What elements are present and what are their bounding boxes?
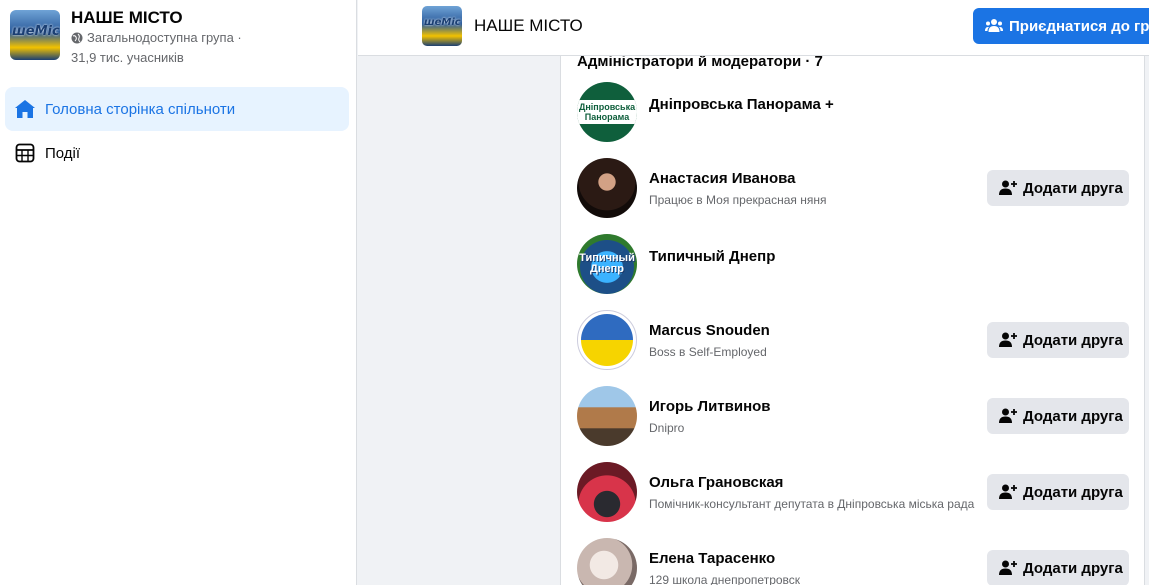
member-row: Marcus Snouden Boss в Self-Employed Дода…: [577, 310, 1130, 374]
add-friend-icon: [999, 332, 1017, 347]
topbar-group-title[interactable]: НАШЕ МІСТО: [474, 16, 583, 36]
member-name[interactable]: Дніпровська Панорама +: [649, 96, 834, 113]
add-friend-label: Додати друга: [1023, 407, 1123, 425]
group-thumbnail[interactable]: шеМіс: [10, 10, 60, 60]
avatar[interactable]: [577, 310, 637, 370]
member-name[interactable]: Типичный Днепр: [649, 248, 775, 265]
avatar[interactable]: [577, 462, 637, 522]
group-thumbnail-text: шеМіс: [12, 24, 60, 39]
avatar[interactable]: Типичный Днепр: [577, 234, 637, 294]
add-friend-button[interactable]: Додати друга: [987, 322, 1129, 358]
add-friend-label: Додати друга: [1023, 179, 1123, 197]
avatar[interactable]: Дніпровська Панорама: [577, 82, 637, 142]
home-icon: [13, 97, 37, 121]
add-friend-icon: [999, 180, 1017, 195]
admins-moderators-card: Адміністратори й модератори · 7 Дніпровс…: [560, 56, 1145, 585]
globe-icon: [71, 32, 83, 44]
section-title: Адміністратори й модератори · 7: [577, 56, 823, 70]
member-subtitle: Помічник-консультант депутата в Дніпровс…: [649, 497, 975, 511]
topbar-thumbnail-text: шеМіс: [424, 17, 461, 28]
member-name[interactable]: Елена Тарасенко: [649, 550, 775, 567]
group-sidebar: шеМіс НАШЕ МІСТО Загальнодоступна група …: [0, 0, 357, 585]
avatar-text: Типичный Днепр: [579, 252, 635, 275]
group-header: шеМіс НАШЕ МІСТО Загальнодоступна група …: [10, 8, 242, 68]
member-subtitle: Dnipro: [649, 421, 685, 435]
sidebar-item-community-home[interactable]: Головна сторінка спільноти: [5, 87, 349, 131]
avatar-text: Дніпровська Панорама: [577, 100, 637, 124]
add-friend-label: Додати друга: [1023, 331, 1123, 349]
add-friend-button[interactable]: Додати друга: [987, 474, 1129, 510]
add-friend-button[interactable]: Додати друга: [987, 550, 1129, 585]
member-name[interactable]: Ольга Грановская: [649, 474, 783, 491]
member-subtitle: 129 школа днепропетровск: [649, 573, 801, 585]
sidebar-item-label: Головна сторінка спільноти: [45, 100, 236, 118]
member-name[interactable]: Marcus Snouden: [649, 322, 770, 339]
add-friend-icon: [999, 560, 1017, 575]
add-friend-label: Додати друга: [1023, 483, 1123, 501]
add-friend-icon: [999, 408, 1017, 423]
add-friend-label: Додати друга: [1023, 559, 1123, 577]
join-group-label: Приєднатися до гру: [1009, 17, 1149, 35]
member-subtitle: Boss в Self-Employed: [649, 345, 767, 359]
member-row: Дніпровська Панорама Дніпровська Панорам…: [577, 82, 1130, 146]
avatar[interactable]: [577, 158, 637, 218]
sidebar-item-events[interactable]: Події: [5, 131, 349, 175]
member-row: Ольга Грановская Помічник-консультант де…: [577, 462, 1130, 526]
group-privacy: Загальнодоступна група ·: [87, 30, 242, 45]
join-group-button[interactable]: Приєднатися до гру: [973, 8, 1149, 44]
group-name[interactable]: НАШЕ МІСТО: [71, 8, 242, 28]
member-row: Игорь Литвинов Dnipro Додати друга: [577, 386, 1130, 450]
member-subtitle: Працює в Моя прекрасная няня: [649, 193, 827, 207]
add-friend-button[interactable]: Додати друга: [987, 398, 1129, 434]
avatar[interactable]: [577, 386, 637, 446]
member-row: Елена Тарасенко 129 школа днепропетровск…: [577, 538, 1130, 585]
people-icon: [985, 19, 1003, 32]
member-name[interactable]: Анастасия Иванова: [649, 170, 795, 187]
group-topbar: шеМіс НАШЕ МІСТО Приєднатися до гру: [358, 0, 1149, 56]
avatar[interactable]: [577, 538, 637, 585]
member-name[interactable]: Игорь Литвинов: [649, 398, 771, 415]
topbar-group-thumbnail[interactable]: шеМіс: [422, 6, 462, 46]
calendar-icon: [13, 141, 37, 165]
member-row: Анастасия Иванова Працює в Моя прекрасна…: [577, 158, 1130, 222]
sidebar-item-label: Події: [45, 144, 81, 162]
add-friend-icon: [999, 484, 1017, 499]
add-friend-button[interactable]: Додати друга: [987, 170, 1129, 206]
member-row: Типичный Днепр Типичный Днепр: [577, 234, 1130, 298]
group-member-count[interactable]: 31,9 тис. учасників: [71, 48, 242, 68]
